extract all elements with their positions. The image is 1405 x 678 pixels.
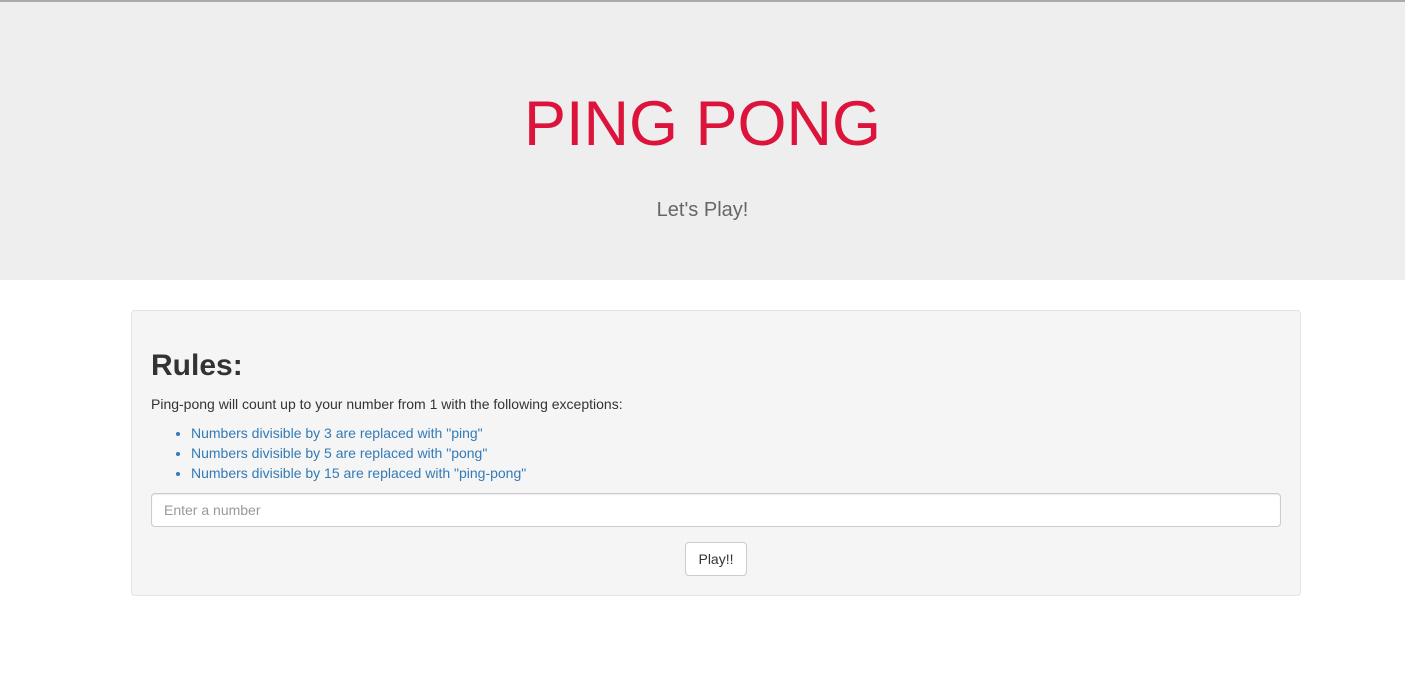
page-title: PING PONG [523, 89, 882, 159]
rule-item-ping-pong: Numbers divisible by 15 are replaced wit… [191, 463, 526, 483]
rules-intro: Ping-pong will count up to your number f… [151, 396, 623, 412]
page-subtitle: Let's Play! [656, 199, 749, 221]
play-button[interactable]: Play!! [685, 542, 747, 576]
number-input[interactable] [151, 493, 1281, 527]
jumbotron-header: PING PONG Let's Play! [0, 2, 1405, 280]
rule-item-pong: Numbers divisible by 5 are replaced with… [191, 443, 526, 463]
rules-heading: Rules: [151, 349, 243, 382]
rules-list: Numbers divisible by 3 are replaced with… [191, 423, 526, 483]
rule-item-ping: Numbers divisible by 3 are replaced with… [191, 423, 526, 443]
rules-panel: Rules: Ping-pong will count up to your n… [131, 310, 1301, 596]
